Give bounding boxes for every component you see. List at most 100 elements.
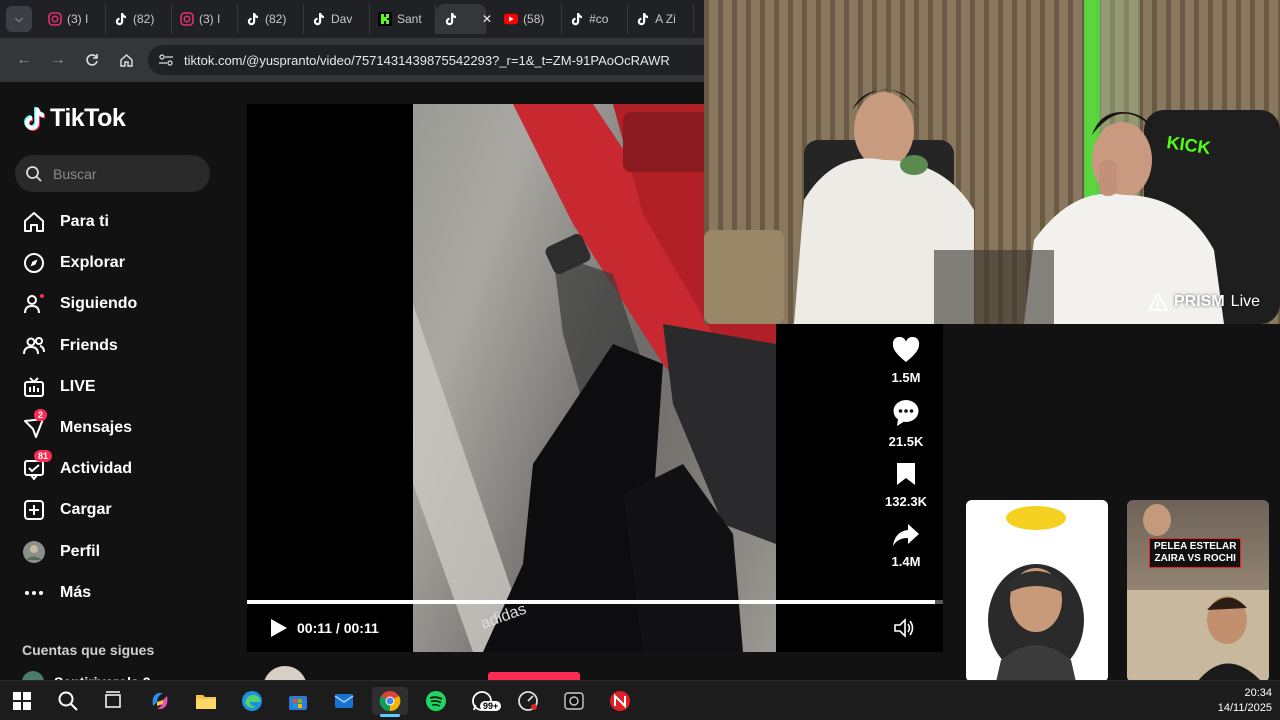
thumbnail-scene: [966, 500, 1108, 682]
edge-button[interactable]: [238, 687, 266, 715]
home-browser-icon: [119, 53, 133, 67]
sidebar-item-mensajes[interactable]: 2 Mensajes: [22, 409, 133, 443]
action-count: 132.3K: [885, 494, 927, 509]
heart-button[interactable]: 1.5M: [876, 336, 936, 385]
logo-text: TikTok: [50, 104, 126, 132]
whatsapp-button[interactable]: 99+: [468, 687, 502, 715]
prism-watermark: PRISM Live: [1148, 293, 1260, 311]
sidebar-item-live[interactable]: LIVE: [22, 372, 96, 402]
sidebar-item-actividad[interactable]: 81 Actividad: [22, 450, 133, 484]
copilot-button[interactable]: [146, 687, 174, 715]
task-view-button[interactable]: [99, 687, 127, 715]
search-icon: [26, 165, 42, 182]
heart-icon: [876, 336, 936, 368]
obs-button[interactable]: [560, 687, 588, 715]
back-button[interactable]: ←: [12, 48, 36, 72]
file-explorer-button[interactable]: [192, 687, 220, 715]
sidebar-item-cargar[interactable]: Cargar: [22, 495, 112, 525]
bookmark-button[interactable]: 132.3K: [876, 461, 936, 509]
sidebar-item-m-s[interactable]: Más: [22, 578, 91, 608]
instagram-icon: [48, 12, 62, 26]
red-app-button[interactable]: [606, 687, 634, 715]
sidebar-item-siguiendo[interactable]: Siguiendo: [22, 289, 137, 319]
browser-tab[interactable]: #co: [562, 4, 629, 34]
sidebar: TikTok Buscar Para ti Explorar Siguiendo Fr…: [0, 82, 228, 693]
sidebar-item-label: Más: [60, 583, 92, 601]
tiktok-icon: [636, 12, 650, 26]
following-icon: [22, 292, 46, 316]
whatsapp-badge: 99+: [480, 701, 502, 711]
avatar: [22, 540, 46, 564]
reload-button[interactable]: [80, 48, 104, 72]
search-icon: [58, 691, 78, 711]
browser-tab[interactable]: Sant: [370, 4, 436, 34]
chrome-button[interactable]: [372, 687, 408, 717]
browser-tab[interactable]: (58): [496, 4, 563, 34]
webcam-scene: KICK: [704, 0, 1280, 324]
tab-search-button[interactable]: ⌵: [6, 6, 32, 32]
url-bar[interactable]: tiktok.com/@yuspranto/video/757143143987…: [148, 45, 704, 75]
browser-tab[interactable]: Dav: [304, 4, 370, 34]
store-button[interactable]: [284, 687, 312, 715]
browser-tab[interactable]: A Zi: [628, 4, 695, 34]
volume-button[interactable]: [893, 617, 915, 639]
sidebar-item-explorar[interactable]: Explorar: [22, 248, 125, 278]
home-button[interactable]: [114, 48, 138, 72]
browser-tab[interactable]: (3) I: [172, 4, 238, 34]
action-count: 1.4M: [891, 554, 921, 569]
windows-icon: [13, 692, 31, 710]
tab-title: (3) I: [199, 12, 221, 26]
browser-tab[interactable]: (82): [106, 4, 172, 34]
search-input[interactable]: Buscar: [53, 166, 97, 182]
video-thumbnail[interactable]: [966, 500, 1108, 682]
address-toolbar: ← → tiktok.com/@yuspranto/video/75714314…: [0, 38, 704, 82]
folder-icon: [196, 695, 216, 709]
search-box[interactable]: Buscar: [15, 155, 210, 192]
url-text[interactable]: tiktok.com/@yuspranto/video/757143143987…: [184, 53, 670, 68]
browser-tab[interactable]: (82): [238, 4, 304, 34]
video-thumbnail[interactable]: PELEA ESTELAR ZAIRA VS ROCHIPELEA ESTELA…: [1127, 500, 1269, 682]
compass-icon: [22, 251, 46, 275]
comment-icon: [876, 399, 936, 432]
spotify-button[interactable]: [422, 687, 450, 715]
share-button[interactable]: 1.4M: [876, 523, 936, 569]
play-icon: [271, 619, 287, 637]
start-button[interactable]: [8, 687, 36, 715]
sidebar-item-label: Actividad: [60, 460, 133, 478]
browser-tab[interactable]: (3) I: [40, 4, 106, 34]
site-info-icon[interactable]: [158, 53, 174, 67]
chrome-icon: [379, 691, 401, 712]
sidebar-item-label: Siguiendo: [60, 295, 138, 313]
following-header: Cuentas que sigues: [22, 642, 155, 658]
related-video-card[interactable]: [966, 500, 1108, 682]
sidebar-item-perfil[interactable]: Perfil: [22, 537, 100, 567]
system-clock[interactable]: 20:34 14/11/2025: [1218, 686, 1272, 716]
sidebar-item-friends[interactable]: Friends: [22, 331, 118, 361]
related-video-card[interactable]: PELEA ESTELAR ZAIRA VS ROCHIPELEA ESTELA…: [1127, 500, 1269, 682]
outlook-button[interactable]: [330, 687, 358, 715]
app-button[interactable]: [514, 687, 542, 715]
taskbar-search-button[interactable]: [54, 687, 82, 715]
tiktok-logo[interactable]: TikTok: [22, 104, 126, 133]
camera-app-icon: [564, 692, 584, 710]
close-tab-icon[interactable]: ✕: [482, 12, 492, 26]
tab-title: (82): [133, 12, 155, 26]
thumbnail-text: PELEA ESTELAR ZAIRA VS ROCHI: [1149, 538, 1242, 568]
tab-title: (3) I: [67, 12, 89, 26]
prism-brand: PRISM: [1174, 293, 1225, 310]
tab-title: (82): [265, 12, 287, 26]
copilot-icon: [152, 693, 168, 709]
play-button[interactable]: [267, 617, 289, 639]
progress-bar[interactable]: [247, 600, 943, 604]
tiktok-icon: [246, 12, 260, 26]
forward-button[interactable]: →: [46, 48, 70, 72]
friends-icon: [22, 334, 46, 358]
thumbnail-scene: [1127, 504, 1269, 682]
sidebar-item-para-ti[interactable]: Para ti: [22, 207, 109, 237]
speed-icon: [518, 691, 538, 711]
sidebar-item-label: Para ti: [60, 213, 109, 230]
browser-tab[interactable]: [436, 4, 486, 34]
comment-button[interactable]: 21.5K: [876, 399, 936, 449]
sidebar-item-label: Mensajes: [60, 419, 133, 436]
edge-icon: [242, 691, 262, 711]
